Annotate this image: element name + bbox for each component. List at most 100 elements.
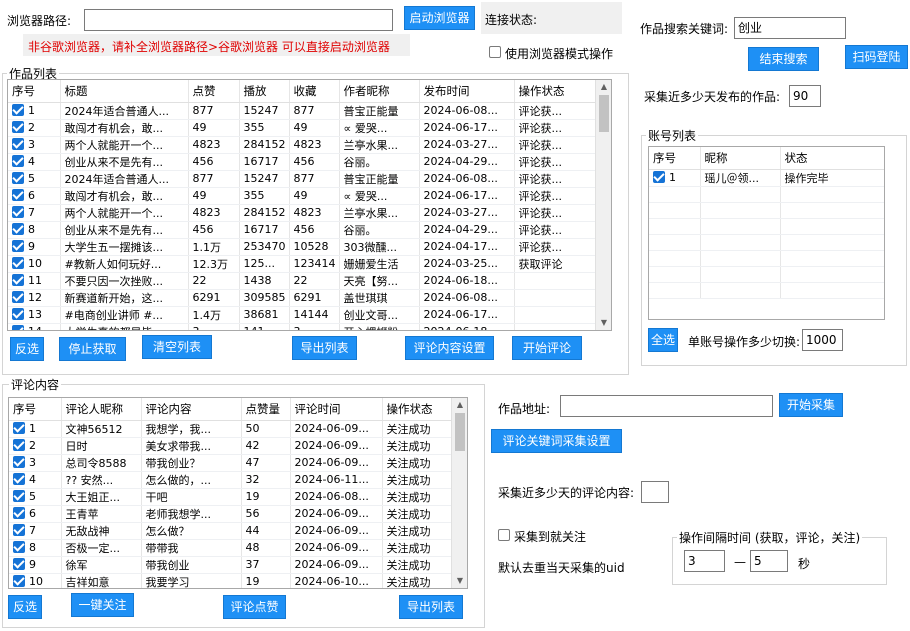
row-checkbox[interactable] xyxy=(13,490,25,502)
table-row[interactable]: 12 新赛道新开始，这... 6291 309585 6291 盖世琪琪 2024-06-0… xyxy=(8,289,598,307)
table-row[interactable]: 4 ?? 安然... 怎么做的，... 32 2024-06-11... 关注成功 xyxy=(9,471,454,489)
row-checkbox[interactable] xyxy=(12,206,24,218)
column-header[interactable]: 序号 xyxy=(649,147,701,170)
column-header[interactable]: 收藏 xyxy=(289,80,340,103)
follow-on-collect-checkbox[interactable] xyxy=(498,529,510,541)
row-checkbox[interactable] xyxy=(12,121,24,133)
table-row[interactable]: 9 徐军 带我创业 37 2024-06-09... 关注成功 xyxy=(9,556,454,574)
column-header[interactable]: 标题 xyxy=(60,80,189,103)
row-checkbox[interactable] xyxy=(13,507,25,519)
like-comments-button[interactable]: 评论点赞 xyxy=(223,595,286,619)
column-header[interactable]: 评论内容 xyxy=(141,398,242,421)
row-checkbox[interactable] xyxy=(13,541,25,553)
table-row[interactable]: 8 创业从来不是先有... 456 16717 456 谷丽。 2024-04-29... 评… xyxy=(8,221,598,239)
comment-days-input[interactable] xyxy=(641,481,669,503)
table-row[interactable]: 3 两个人就能开一个... 4823 284152 4823 兰亭水果... 2024-03… xyxy=(8,136,598,154)
table-row[interactable]: 7 无敌战神 怎么做？ 44 2024-06-09... 关注成功 xyxy=(9,522,454,540)
works-table[interactable]: 序号 标题 点赞 播放 收藏 作者昵称 发布时间 操作状态 1 2024年适合普通人... 877… xyxy=(7,79,612,331)
work-url-input[interactable] xyxy=(560,395,773,417)
column-header[interactable]: 操作状态 xyxy=(382,398,454,421)
interval-min-input[interactable]: 3 xyxy=(684,550,725,572)
works-invert-button[interactable]: 反选 xyxy=(10,337,44,361)
search-keyword-input[interactable]: 创业 xyxy=(734,17,846,39)
stop-fetch-button[interactable]: 停止获取 xyxy=(59,337,126,361)
comments-table[interactable]: 序号 评论人昵称 评论内容 点赞量 评论时间 操作状态 1 文神56512 我想学，我... 5… xyxy=(8,397,468,589)
start-comment-button[interactable]: 开始评论 xyxy=(512,336,582,360)
scroll-thumb[interactable] xyxy=(455,413,465,451)
works-scrollbar[interactable]: ▲ ▼ xyxy=(595,80,611,330)
column-header[interactable]: 操作状态 xyxy=(514,80,598,103)
row-checkbox[interactable] xyxy=(12,189,24,201)
column-header[interactable]: 播放 xyxy=(239,80,290,103)
follow-all-button[interactable]: 一键关注 xyxy=(71,593,134,617)
column-header[interactable]: 作者昵称 xyxy=(339,80,420,103)
launch-browser-button[interactable]: 启动浏览器 xyxy=(404,6,475,30)
works-export-button[interactable]: 导出列表 xyxy=(292,336,357,360)
table-row[interactable]: 10 #教新人如何玩好... 12.3万 125... 123414 姗姗爱生活 2024-… xyxy=(8,255,598,273)
table-row[interactable]: 11 不要只因一次挫败... 22 1438 22 天亮【努... 2024-06-18..… xyxy=(8,272,598,290)
scroll-up-icon[interactable]: ▲ xyxy=(596,80,611,94)
column-header[interactable]: 发布时间 xyxy=(419,80,515,103)
scroll-thumb[interactable] xyxy=(599,95,609,132)
end-search-button[interactable]: 结束搜索 xyxy=(748,47,819,71)
row-checkbox[interactable] xyxy=(12,325,24,330)
column-header[interactable]: 评论人昵称 xyxy=(61,398,142,421)
row-checkbox[interactable] xyxy=(653,171,665,183)
table-row[interactable]: 8 否极一定... 带带我 48 2024-06-09... 关注成功 xyxy=(9,539,454,557)
table-row[interactable]: 14大学生真的都是毕...31413开心螺蛳粉2024-06-18... xyxy=(8,323,598,330)
row-checkbox[interactable] xyxy=(12,172,24,184)
clear-list-button[interactable]: 清空列表 xyxy=(142,335,212,359)
table-row[interactable]: 7 两个人就能开一个... 4823 284152 4823 兰亭水果... 2024-03… xyxy=(8,204,598,222)
column-header[interactable]: 点赞 xyxy=(188,80,240,103)
table-row[interactable]: 9 大学生五一摆摊该... 1.1万 253470 10528 303微醺... 2024-… xyxy=(8,238,598,256)
table-row[interactable]: 1 2024年适合普通人... 877 15247 877 普宝正能量 2024-06-08… xyxy=(8,102,598,120)
table-row[interactable]: 1 瑶儿＠领... 操作完毕 xyxy=(649,169,884,187)
comments-scrollbar[interactable]: ▲ ▼ xyxy=(451,398,467,588)
row-checkbox[interactable] xyxy=(12,155,24,167)
table-row[interactable]: 1 文神56512 我想学，我... 50 2024-06-09... 关注成功 xyxy=(9,420,454,438)
comments-export-button[interactable]: 导出列表 xyxy=(399,595,463,619)
column-header[interactable]: 序号 xyxy=(8,80,61,103)
column-header[interactable]: 评论时间 xyxy=(290,398,383,421)
row-checkbox[interactable] xyxy=(13,422,25,434)
table-row[interactable]: 2 敢闯才有机会，敢... 49 355 49 ∝ 爱哭... 2024-06-17... 评… xyxy=(8,119,598,137)
table-row[interactable]: 3 总司令8588 带我创业？ 47 2024-06-09... 关注成功 xyxy=(9,454,454,472)
table-row[interactable]: 5 大王姐正... 干吧 19 2024-06-08... 关注成功 xyxy=(9,488,454,506)
column-header[interactable]: 状态 xyxy=(780,147,884,170)
comments-invert-button[interactable]: 反选 xyxy=(8,595,42,619)
browser-mode-checkbox[interactable] xyxy=(489,46,501,58)
row-checkbox[interactable] xyxy=(12,274,24,286)
row-checkbox[interactable] xyxy=(12,308,24,320)
row-checkbox[interactable] xyxy=(13,524,25,536)
row-checkbox[interactable] xyxy=(13,473,25,485)
row-checkbox[interactable] xyxy=(13,439,25,451)
table-row[interactable]: 5 2024年适合普通人... 877 15247 877 普宝正能量 2024-06-08… xyxy=(8,170,598,188)
row-checkbox[interactable] xyxy=(12,240,24,252)
column-header[interactable]: 序号 xyxy=(9,398,62,421)
row-checkbox[interactable] xyxy=(12,223,24,235)
column-header[interactable]: 昵称 xyxy=(700,147,781,170)
scroll-down-icon[interactable]: ▼ xyxy=(452,574,467,588)
row-checkbox[interactable] xyxy=(12,104,24,116)
row-checkbox[interactable] xyxy=(13,456,25,468)
comment-settings-button[interactable]: 评论内容设置 xyxy=(405,336,494,360)
switch-input[interactable]: 1000 xyxy=(802,329,843,351)
table-row[interactable]: 10 吉祥如意 我要学习 19 2024-06-10... 关注成功 xyxy=(9,573,454,588)
accounts-table[interactable]: 序号 昵称 状态 1 瑶儿＠领... 操作完毕 xyxy=(648,146,885,320)
select-all-button[interactable]: 全选 xyxy=(648,328,678,352)
table-row[interactable]: 6 敢闯才有机会，敢... 49 355 49 ∝ 爱哭... 2024-06-17... 评… xyxy=(8,187,598,205)
table-row[interactable]: 13 #电商创业讲师 #... 1.4万 38681 14144 创业文哥... 2024-… xyxy=(8,306,598,324)
scroll-down-icon[interactable]: ▼ xyxy=(596,316,611,330)
table-row[interactable]: 4 创业从来不是先有... 456 16717 456 谷丽。 2024-04-29... 评… xyxy=(8,153,598,171)
keyword-settings-button[interactable]: 评论关键词采集设置 xyxy=(491,429,622,453)
browser-path-input[interactable] xyxy=(84,9,393,31)
scan-login-button[interactable]: 扫码登陆 xyxy=(845,45,908,69)
days-input[interactable]: 90 xyxy=(789,85,821,107)
interval-max-input[interactable]: 5 xyxy=(750,550,788,572)
row-checkbox[interactable] xyxy=(13,575,25,587)
row-checkbox[interactable] xyxy=(12,138,24,150)
scroll-up-icon[interactable]: ▲ xyxy=(452,398,467,412)
table-row[interactable]: 2 日时 美女求带我... 42 2024-06-09... 关注成功 xyxy=(9,437,454,455)
row-checkbox[interactable] xyxy=(13,558,25,570)
column-header[interactable]: 点赞量 xyxy=(241,398,291,421)
